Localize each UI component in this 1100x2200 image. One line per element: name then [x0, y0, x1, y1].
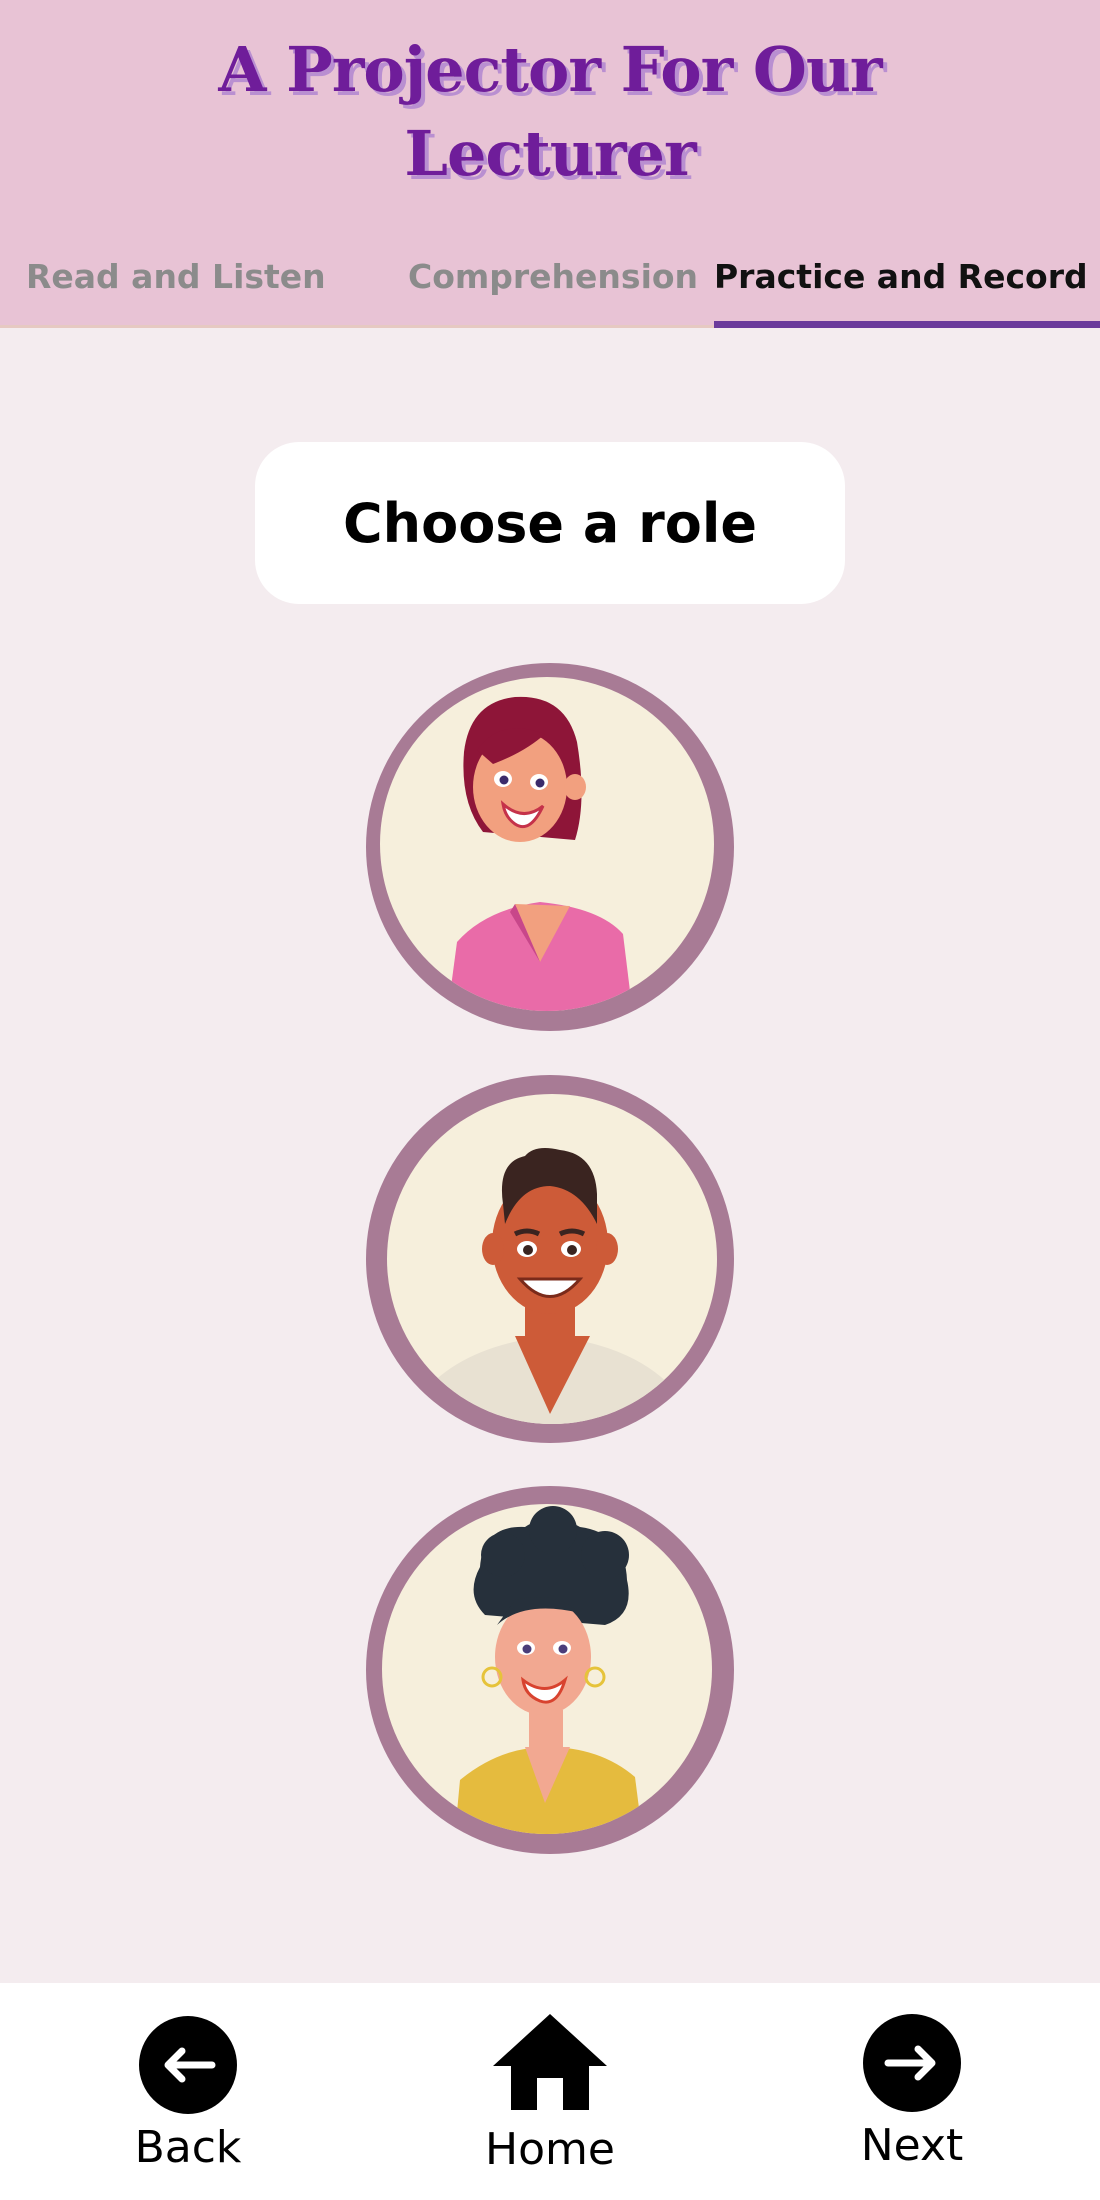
arrow-right-icon [863, 2014, 961, 2112]
home-icon [493, 2014, 607, 2110]
back-button[interactable]: Back [118, 2016, 258, 2174]
role-avatar-2[interactable] [365, 1074, 735, 1444]
man-dark-skin-avatar-icon [366, 1075, 734, 1443]
tab-practice-and-record[interactable]: Practice and Record [714, 250, 1100, 328]
tab-read-and-listen[interactable]: Read and Listen [26, 250, 326, 328]
home-label: Home [485, 2124, 615, 2175]
choose-role-label: Choose a role [343, 491, 757, 555]
header: A Projector For Our Lecturer Read and Li… [0, 0, 1100, 328]
woman-curly-hair-yellow-top-avatar-icon [366, 1486, 734, 1854]
title-line-2: Lecturer [404, 117, 696, 190]
home-button[interactable]: Home [470, 2012, 630, 2176]
arrow-left-icon [139, 2016, 237, 2114]
role-avatar-1[interactable] [365, 662, 735, 1032]
back-label: Back [134, 2122, 242, 2173]
tab-comprehension[interactable]: Comprehension [408, 250, 698, 328]
next-button[interactable]: Next [842, 2014, 982, 2172]
role-avatar-3[interactable] [365, 1485, 735, 1855]
choose-role-heading-card: Choose a role [255, 442, 845, 604]
page-title: A Projector For Our Lecturer [0, 28, 1100, 196]
tab-bar: Read and Listen Comprehension Practice a… [0, 250, 1100, 328]
woman-red-hair-pink-top-avatar-icon [366, 663, 734, 1031]
next-label: Next [860, 2120, 964, 2171]
title-line-1: A Projector For Our [218, 33, 882, 106]
